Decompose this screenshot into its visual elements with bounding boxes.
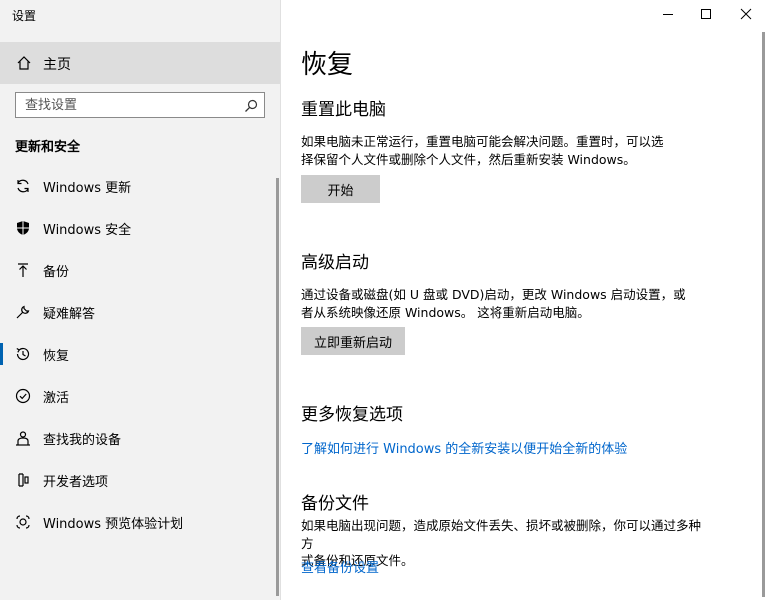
- sidebar-item-recovery[interactable]: 恢复: [0, 333, 278, 375]
- sidebar-scrollbar[interactable]: [276, 178, 279, 596]
- wrench-icon: [15, 304, 31, 324]
- restart-now-button[interactable]: 立即重新启动: [301, 327, 405, 355]
- reset-desc-line: 如果电脑未正常运行，重置电脑可能会解决问题。重置时，可以选: [301, 134, 664, 149]
- close-button[interactable]: [736, 4, 756, 24]
- reset-desc-line: 择保留个人文件或删除个人文件，然后重新安装 Windows。: [301, 151, 636, 167]
- more-options-heading: 更多恢复选项: [301, 405, 403, 425]
- sidebar-item-troubleshoot[interactable]: 疑难解答: [0, 291, 278, 333]
- backup-files-heading: 备份文件: [301, 494, 369, 514]
- advanced-desc-line: 者从系统映像还原 Windows。 这将重新启动电脑。: [301, 304, 590, 320]
- sync-icon: [15, 178, 31, 198]
- backup-desc-line: 如果电脑出现问题，造成原始文件丢失、损坏或被删除，你可以通过多种方: [301, 518, 702, 551]
- developer-icon: [15, 472, 31, 492]
- section-title: 更新和安全: [15, 140, 81, 155]
- sidebar-item-windows-security[interactable]: Windows 安全: [0, 207, 278, 249]
- page-title: 恢复: [301, 50, 354, 80]
- check-circle-icon: [15, 388, 31, 408]
- main-scrollbar[interactable]: [762, 32, 765, 597]
- active-indicator: [0, 343, 3, 365]
- sidebar-item-label: 查找我的设备: [43, 433, 122, 448]
- maximize-button[interactable]: [696, 4, 716, 24]
- history-icon: [15, 346, 31, 366]
- minimize-button[interactable]: [658, 4, 678, 24]
- sidebar-item-label: 激活: [43, 391, 70, 406]
- advanced-startup-heading: 高级启动: [301, 253, 369, 273]
- search-box[interactable]: [15, 92, 265, 118]
- sidebar-item-developer[interactable]: 开发者选项: [0, 459, 278, 501]
- advanced-desc-line: 通过设备或磁盘(如 U 盘或 DVD)启动，更改 Windows 启动设置，或: [301, 287, 686, 302]
- sidebar-home[interactable]: 主页: [0, 42, 280, 84]
- sidebar-item-backup[interactable]: 备份: [0, 249, 278, 291]
- home-icon: [16, 55, 32, 75]
- reset-start-button[interactable]: 开始: [301, 175, 380, 203]
- sidebar-item-insider[interactable]: Windows 预览体验计划: [0, 501, 278, 543]
- search-input[interactable]: [16, 93, 245, 117]
- shield-icon: [15, 220, 31, 240]
- sidebar-home-label: 主页: [43, 57, 71, 73]
- sidebar: 设置 主页 更新和安全 Windows 更新 Windows 安全 备份: [0, 0, 281, 600]
- sidebar-item-find-my-device[interactable]: 查找我的设备: [0, 417, 278, 459]
- sidebar-item-label: 开发者选项: [43, 475, 109, 490]
- backup-settings-link[interactable]: 查看备份设置: [301, 557, 379, 576]
- fresh-install-link[interactable]: 了解如何进行 Windows 的全新安装以便开始全新的体验: [301, 438, 627, 457]
- reset-heading: 重置此电脑: [301, 100, 386, 120]
- advanced-startup-description: 通过设备或磁盘(如 U 盘或 DVD)启动，更改 Windows 启动设置，或 …: [301, 286, 711, 321]
- sidebar-item-label: 恢复: [43, 349, 70, 364]
- insider-icon: [15, 514, 31, 534]
- sidebar-item-activation[interactable]: 激活: [0, 375, 278, 417]
- person-pin-icon: [15, 430, 31, 450]
- sidebar-item-label: 疑难解答: [43, 307, 96, 322]
- upload-icon: [15, 262, 31, 282]
- sidebar-item-label: Windows 预览体验计划: [43, 517, 184, 532]
- search-icon[interactable]: [244, 98, 258, 117]
- sidebar-item-label: 备份: [43, 265, 70, 280]
- reset-description: 如果电脑未正常运行，重置电脑可能会解决问题。重置时，可以选 择保留个人文件或删除…: [301, 133, 711, 168]
- sidebar-item-windows-update[interactable]: Windows 更新: [0, 165, 278, 207]
- window-title: 设置: [12, 9, 37, 23]
- sidebar-item-label: Windows 安全: [43, 223, 132, 238]
- sidebar-item-label: Windows 更新: [43, 181, 132, 196]
